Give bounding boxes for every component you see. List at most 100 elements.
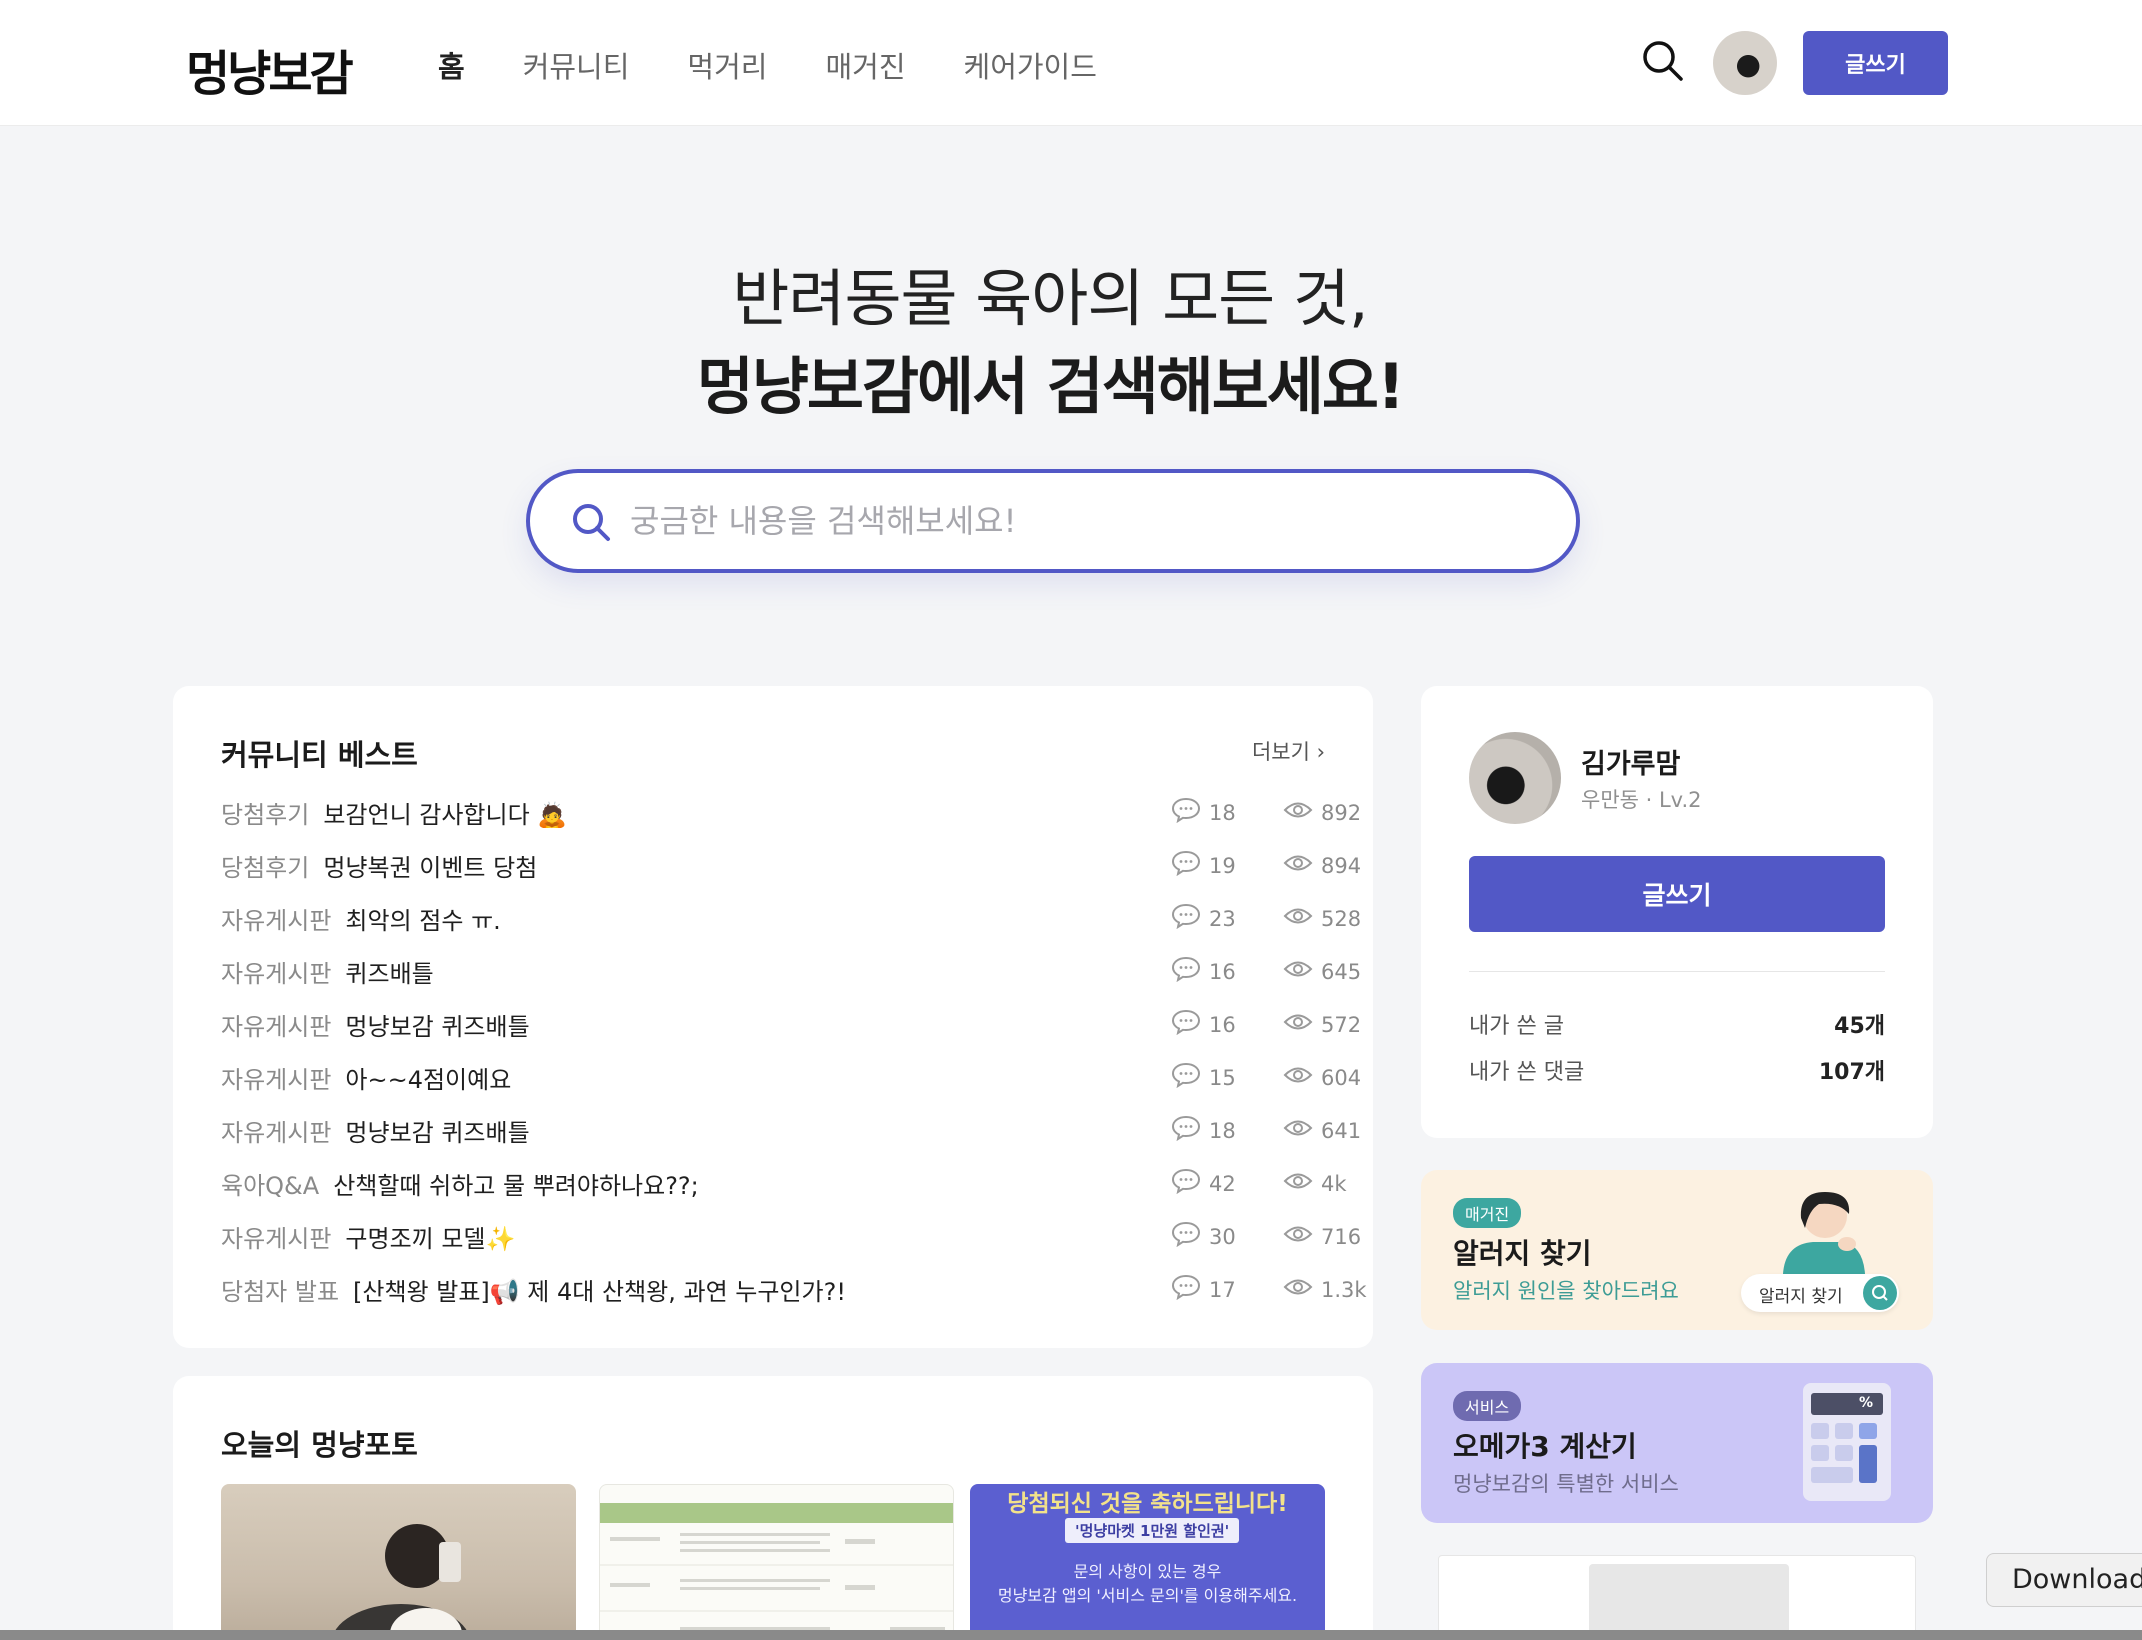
profile-avatar[interactable] bbox=[1469, 732, 1561, 824]
view-count: 604 bbox=[1283, 1064, 1361, 1091]
post-title[interactable]: 멍냥보감 퀴즈배틀 bbox=[345, 1007, 529, 1042]
my-posts-count[interactable]: 45개 bbox=[1834, 1008, 1885, 1040]
person-illustration bbox=[1783, 1192, 1865, 1274]
my-comments-label[interactable]: 내가 쓴 댓글 bbox=[1469, 1054, 1584, 1086]
view-count: 894 bbox=[1283, 852, 1361, 879]
view-count: 645 bbox=[1283, 958, 1361, 985]
post-category[interactable]: 당첨후기 bbox=[221, 848, 309, 883]
top-header: 멍냥보감 홈 커뮤니티 먹거리 매거진 케어가이드 글쓰기 bbox=[0, 0, 2142, 126]
eye-icon bbox=[1283, 852, 1313, 879]
post-category[interactable]: 자유게시판 bbox=[221, 1060, 331, 1095]
site-logo[interactable]: 멍냥보감 bbox=[186, 34, 354, 104]
nav-careguide[interactable]: 케어가이드 bbox=[964, 44, 1097, 86]
community-best-card: 커뮤니티 베스트 더보기 › 당첨후기 보감언니 감사합니다 🙇 18 892 당첨후기… bbox=[173, 686, 1373, 1348]
community-best-title: 커뮤니티 베스트 bbox=[221, 738, 418, 772]
post-category[interactable]: 자유게시판 bbox=[221, 1007, 331, 1042]
best-post-row[interactable]: 자유게시판 멍냥보감 퀴즈배틀 18 641 bbox=[221, 1104, 1361, 1157]
nav-food[interactable]: 먹거리 bbox=[687, 44, 767, 86]
post-title[interactable]: 아~~4점이예요 bbox=[345, 1060, 511, 1095]
search-icon[interactable] bbox=[570, 501, 612, 543]
ad-banner-card[interactable] bbox=[1438, 1555, 1916, 1640]
view-count-value: 892 bbox=[1321, 800, 1362, 825]
post-title[interactable]: 최악의 점수 ㅠ. bbox=[345, 901, 500, 936]
comment-count: 23 bbox=[1171, 903, 1236, 934]
nav-community[interactable]: 커뮤니티 bbox=[523, 44, 630, 86]
best-post-row[interactable]: 당첨후기 보감언니 감사합니다 🙇 18 892 bbox=[221, 786, 1361, 839]
write-button[interactable]: 글쓰기 bbox=[1469, 856, 1885, 932]
comment-icon bbox=[1171, 1009, 1201, 1040]
comment-count: 17 bbox=[1171, 1274, 1236, 1305]
nav-magazine[interactable]: 매거진 bbox=[825, 44, 905, 86]
post-category[interactable]: 자유게시판 bbox=[221, 954, 331, 989]
omega3-calculator-banner[interactable]: 서비스 오메가3 계산기 멍냥보감의 특별한 서비스 % bbox=[1421, 1363, 1933, 1523]
post-title[interactable]: 산책할때 쉬하고 물 뿌려야하나요??; bbox=[333, 1166, 699, 1201]
more-link[interactable]: 더보기 › bbox=[1252, 736, 1325, 766]
comment-count: 19 bbox=[1171, 850, 1236, 881]
comment-icon bbox=[1171, 903, 1201, 934]
search-icon[interactable] bbox=[1640, 38, 1686, 84]
comment-icon bbox=[1171, 956, 1201, 987]
photo-thumbnail[interactable] bbox=[599, 1484, 954, 1640]
comment-count-value: 30 bbox=[1209, 1224, 1236, 1249]
view-count-value: 1.3k bbox=[1321, 1277, 1367, 1302]
user-avatar[interactable] bbox=[1713, 31, 1777, 95]
post-title[interactable]: 구명조끼 모델✨ bbox=[345, 1219, 515, 1254]
photo-thumbnail[interactable]: 당첨되신 것을 축하드립니다! '멍냥마켓 1만원 할인권' 문의 사항이 있는… bbox=[970, 1484, 1325, 1640]
post-category[interactable]: 자유게시판 bbox=[221, 901, 331, 936]
post-title[interactable]: 보감언니 감사합니다 🙇 bbox=[323, 795, 567, 830]
promo-title: 알러지 찾기 bbox=[1453, 1237, 1592, 1270]
best-post-row[interactable]: 당첨후기 멍냥복권 이벤트 당첨 19 894 bbox=[221, 839, 1361, 892]
post-category[interactable]: 자유게시판 bbox=[221, 1113, 331, 1148]
nav-home[interactable]: 홈 bbox=[438, 44, 465, 86]
today-photo-title: 오늘의 멍냥포토 bbox=[221, 1428, 418, 1462]
view-count: 892 bbox=[1283, 799, 1361, 826]
view-count-value: 604 bbox=[1321, 1065, 1362, 1090]
search-icon bbox=[1863, 1276, 1897, 1310]
post-title[interactable]: 멍냥보감 퀴즈배틀 bbox=[345, 1113, 529, 1148]
comment-icon bbox=[1171, 850, 1201, 881]
today-photo-card: 오늘의 멍냥포토 당첨되신 것을 축하드립니다! '멍냥마켓 1만원 할인권' … bbox=[173, 1376, 1373, 1640]
comment-count-value: 16 bbox=[1209, 959, 1236, 984]
best-post-row[interactable]: 자유게시판 퀴즈배틀 16 645 bbox=[221, 945, 1361, 998]
search-input[interactable] bbox=[630, 489, 1530, 553]
view-count-value: 4k bbox=[1321, 1171, 1347, 1196]
my-posts-label[interactable]: 내가 쓴 글 bbox=[1469, 1008, 1564, 1040]
comment-icon bbox=[1171, 1221, 1201, 1252]
comment-count: 15 bbox=[1171, 1062, 1236, 1093]
main-nav: 홈 커뮤니티 먹거리 매거진 케어가이드 bbox=[438, 44, 1097, 86]
comment-count-value: 23 bbox=[1209, 906, 1236, 931]
promo-description: 알러지 원인을 찾아드려요 bbox=[1453, 1279, 1679, 1303]
post-title[interactable]: 멍냥복권 이벤트 당첨 bbox=[323, 848, 537, 883]
comment-count-value: 15 bbox=[1209, 1065, 1236, 1090]
view-count-value: 572 bbox=[1321, 1012, 1362, 1037]
eye-icon bbox=[1283, 1170, 1313, 1197]
best-post-row[interactable]: 자유게시판 멍냥보감 퀴즈배틀 16 572 bbox=[221, 998, 1361, 1051]
magazine-badge: 매거진 bbox=[1453, 1198, 1522, 1228]
view-count-value: 645 bbox=[1321, 959, 1362, 984]
ad-image bbox=[1589, 1564, 1789, 1640]
best-post-row[interactable]: 자유게시판 최악의 점수 ㅠ. 23 528 bbox=[221, 892, 1361, 945]
best-post-row[interactable]: 자유게시판 아~~4점이예요 15 604 bbox=[221, 1051, 1361, 1104]
best-post-row[interactable]: 자유게시판 구명조끼 모델✨ 30 716 bbox=[221, 1210, 1361, 1263]
post-category[interactable]: 당첨후기 bbox=[221, 795, 309, 830]
photo-thumbnail[interactable] bbox=[221, 1484, 576, 1640]
eye-icon bbox=[1283, 958, 1313, 985]
my-comments-count[interactable]: 107개 bbox=[1819, 1054, 1885, 1086]
post-title[interactable]: [산책왕 발표]📢 제 4대 산책왕, 과연 누구인가?! bbox=[353, 1272, 846, 1307]
post-category[interactable]: 당첨자 발표 bbox=[221, 1272, 339, 1307]
post-category[interactable]: 육아Q&A bbox=[221, 1166, 319, 1201]
comment-count: 16 bbox=[1171, 956, 1236, 987]
allergy-find-button[interactable]: 알러지 찾기 bbox=[1741, 1274, 1899, 1312]
best-post-row[interactable]: 당첨자 발표 [산책왕 발표]📢 제 4대 산책왕, 과연 누구인가?! 17 1.3… bbox=[221, 1263, 1367, 1316]
post-category[interactable]: 자유게시판 bbox=[221, 1219, 331, 1254]
allergy-find-button-label: 알러지 찾기 bbox=[1759, 1287, 1843, 1307]
hero-subheadline: 멍냥보감에서 검색해보세요! bbox=[696, 350, 1405, 423]
allergy-finder-banner[interactable]: 매거진 알러지 찾기 알러지 원인을 찾아드려요 알러지 찾기 bbox=[1421, 1170, 1933, 1330]
write-button-header[interactable]: 글쓰기 bbox=[1803, 31, 1948, 95]
download-tooltip[interactable]: Download bbox=[1986, 1553, 2142, 1607]
comment-count: 16 bbox=[1171, 1009, 1236, 1040]
comment-count-value: 42 bbox=[1209, 1171, 1236, 1196]
comment-count-value: 18 bbox=[1209, 800, 1236, 825]
best-post-row[interactable]: 육아Q&A 산책할때 쉬하고 물 뿌려야하나요??; 42 4k bbox=[221, 1157, 1347, 1210]
post-title[interactable]: 퀴즈배틀 bbox=[345, 954, 433, 989]
